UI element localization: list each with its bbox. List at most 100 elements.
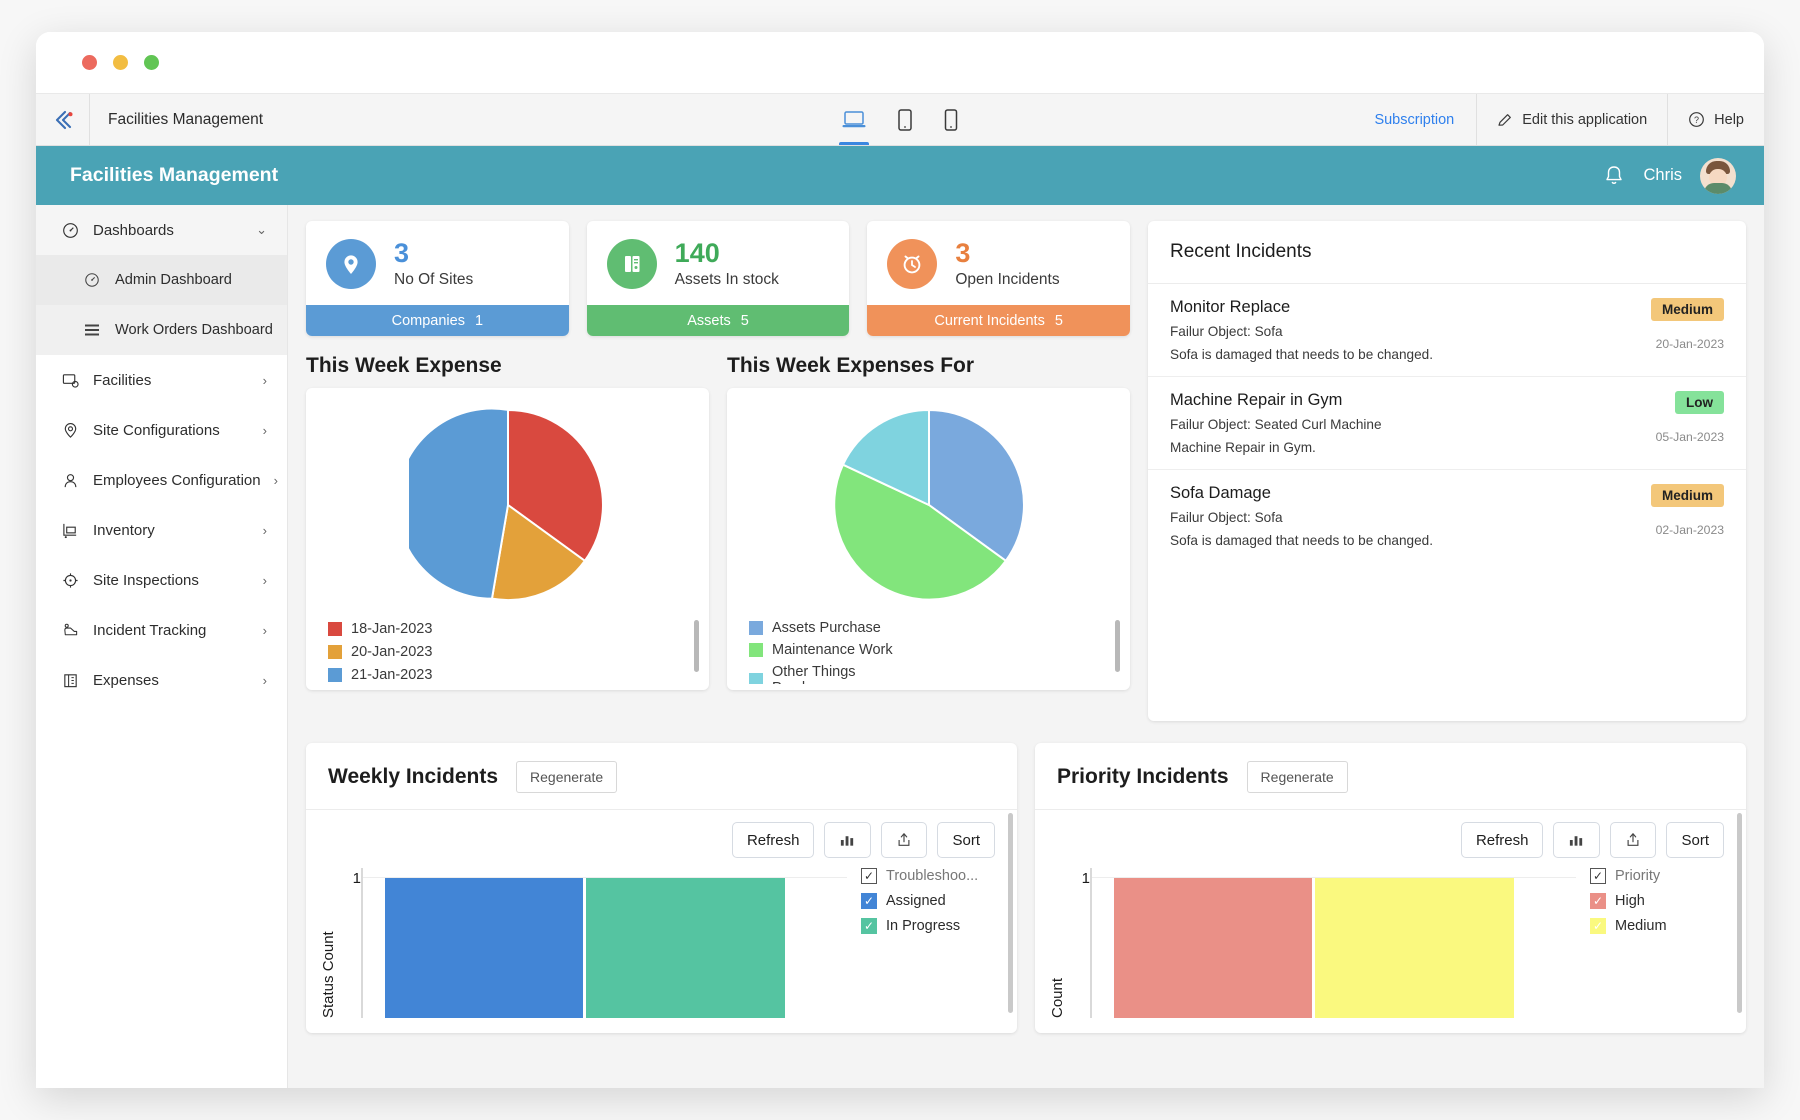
edit-application-button[interactable]: Edit this application bbox=[1476, 94, 1667, 145]
dashboard-gauge-icon bbox=[60, 222, 80, 239]
legend-item[interactable]: 18-Jan-2023 bbox=[328, 620, 496, 637]
pie-chart-canvas bbox=[306, 388, 709, 604]
checkbox-icon[interactable]: ✓ bbox=[861, 893, 877, 909]
regenerate-button[interactable]: Regenerate bbox=[516, 761, 617, 793]
kpi-footer[interactable]: Assets 5 bbox=[587, 305, 850, 336]
mobile-view-tab[interactable] bbox=[939, 94, 963, 145]
sidebar-item-site-configurations[interactable]: Site Configurations › bbox=[36, 405, 287, 455]
legend-label: In Progress bbox=[886, 918, 960, 934]
bar-high[interactable] bbox=[1114, 878, 1312, 1018]
expenses-for-pie-chart[interactable] bbox=[830, 406, 1028, 604]
incident-meta: Medium 20-Jan-2023 bbox=[1628, 298, 1724, 362]
legend-item-medium[interactable]: ✓ Medium bbox=[1590, 918, 1724, 934]
legend-label: Assets Purchase bbox=[772, 620, 881, 636]
zoho-creator-logo-icon bbox=[51, 108, 75, 132]
chart-type-button[interactable] bbox=[1553, 822, 1600, 858]
legend-item[interactable]: 21-Jan-2023 bbox=[328, 667, 496, 684]
legend-item[interactable]: Other Things Purchase bbox=[749, 664, 917, 684]
legend-label: High bbox=[1615, 893, 1645, 909]
legend-item-in-progress[interactable]: ✓ In Progress bbox=[861, 918, 995, 934]
legend-header-item[interactable]: ✓ Troubleshoo... bbox=[861, 868, 995, 884]
legend-item-assigned[interactable]: ✓ Assigned bbox=[861, 893, 995, 909]
tablet-view-tab[interactable] bbox=[893, 94, 917, 145]
sort-button[interactable]: Sort bbox=[937, 822, 995, 858]
legend-item-high[interactable]: ✓ High bbox=[1590, 893, 1724, 909]
share-button[interactable] bbox=[881, 822, 927, 858]
incident-row[interactable]: Sofa Damage Failur Object: Sofa Sofa is … bbox=[1148, 470, 1746, 562]
checkbox-icon[interactable]: ✓ bbox=[1590, 918, 1606, 934]
dashboard-gauge-icon bbox=[82, 272, 102, 288]
sidebar-item-expenses[interactable]: Expenses › bbox=[36, 655, 287, 705]
legend-item[interactable]: Assets Purchase bbox=[749, 620, 917, 636]
refresh-button[interactable]: Refresh bbox=[732, 822, 815, 858]
window-minimize-button[interactable] bbox=[113, 55, 128, 70]
bar-in-progress[interactable] bbox=[586, 878, 784, 1018]
legend-scrollbar[interactable] bbox=[694, 620, 699, 672]
app-logo[interactable] bbox=[36, 94, 90, 145]
bar-series bbox=[1090, 868, 1576, 1018]
help-button[interactable]: ? Help bbox=[1667, 94, 1764, 145]
bar-assigned[interactable] bbox=[385, 878, 583, 1018]
kpi-value: 3 bbox=[394, 239, 473, 267]
checkbox-icon[interactable]: ✓ bbox=[1590, 868, 1606, 884]
legend-item[interactable]: Maintenance Work bbox=[749, 642, 917, 658]
sidebar-item-employees-configuration[interactable]: Employees Configuration › bbox=[36, 455, 287, 505]
sidebar-item-dashboards[interactable]: Dashboards ⌄ bbox=[36, 205, 287, 255]
sidebar-item-label: Facilities bbox=[93, 372, 250, 389]
sort-button[interactable]: Sort bbox=[1666, 822, 1724, 858]
kpi-card-sites[interactable]: 3 No Of Sites Companies 1 bbox=[306, 221, 569, 336]
bar-medium[interactable] bbox=[1315, 878, 1513, 1018]
sidebar-item-admin-dashboard[interactable]: Admin Dashboard bbox=[36, 255, 287, 305]
incident-details: Machine Repair in Gym Failur Object: Sea… bbox=[1170, 391, 1616, 455]
chart-scrollbar[interactable] bbox=[1737, 813, 1742, 1013]
sidebar-item-site-inspections[interactable]: Site Inspections › bbox=[36, 555, 287, 605]
location-pin-icon bbox=[326, 239, 376, 289]
checkbox-icon[interactable]: ✓ bbox=[1590, 893, 1606, 909]
checkbox-icon[interactable]: ✓ bbox=[861, 918, 877, 934]
status-badge: Medium bbox=[1651, 298, 1724, 321]
legend-header-label: Troubleshoo... bbox=[886, 868, 978, 884]
window-maximize-button[interactable] bbox=[144, 55, 159, 70]
chart-type-button[interactable] bbox=[824, 822, 871, 858]
subscription-link[interactable]: Subscription bbox=[1354, 94, 1476, 145]
legend-label: Assigned bbox=[886, 893, 946, 909]
kpi-footer[interactable]: Companies 1 bbox=[306, 305, 569, 336]
legend-swatch bbox=[328, 668, 342, 682]
sidebar-item-work-orders-dashboard[interactable]: Work Orders Dashboard bbox=[36, 305, 287, 355]
legend-header-label: Priority bbox=[1615, 868, 1660, 884]
incident-object: Failur Object: Seated Curl Machine bbox=[1170, 417, 1616, 432]
weekly-incidents-panel: Weekly Incidents Regenerate Refresh Sort bbox=[306, 743, 1017, 1033]
bell-icon[interactable] bbox=[1603, 164, 1625, 188]
checkbox-icon[interactable]: ✓ bbox=[861, 868, 877, 884]
incident-row[interactable]: Machine Repair in Gym Failur Object: Sea… bbox=[1148, 377, 1746, 470]
legend-item[interactable]: 20-Jan-2023 bbox=[328, 643, 496, 660]
legend-swatch bbox=[328, 622, 342, 636]
incident-meta: Medium 02-Jan-2023 bbox=[1628, 484, 1724, 548]
sidebar-item-incident-tracking[interactable]: Incident Tracking › bbox=[36, 605, 287, 655]
window-titlebar bbox=[36, 32, 1764, 94]
expense-pie-chart[interactable] bbox=[409, 406, 607, 604]
sidebar-item-inventory[interactable]: Inventory › bbox=[36, 505, 287, 555]
bar-series bbox=[361, 868, 847, 1018]
share-button[interactable] bbox=[1610, 822, 1656, 858]
chart-toolbar: Refresh Sort bbox=[1035, 810, 1746, 858]
sidebar-item-facilities[interactable]: Facilities › bbox=[36, 355, 287, 405]
toolbar-right-actions: Subscription Edit this application ? Hel… bbox=[1354, 94, 1764, 145]
this-week-expenses-for-title: This Week Expenses For bbox=[727, 354, 1130, 378]
chart-scrollbar[interactable] bbox=[1008, 813, 1013, 1013]
window-close-button[interactable] bbox=[82, 55, 97, 70]
kpi-footer-label: Assets bbox=[687, 313, 731, 329]
incident-title: Machine Repair in Gym bbox=[1170, 391, 1616, 410]
regenerate-button[interactable]: Regenerate bbox=[1247, 761, 1348, 793]
refresh-button[interactable]: Refresh bbox=[1461, 822, 1544, 858]
kpi-card-assets[interactable]: 140 Assets In stock Assets 5 bbox=[587, 221, 850, 336]
legend-header-item[interactable]: ✓ Priority bbox=[1590, 868, 1724, 884]
sidebar-item-label: Site Configurations bbox=[93, 422, 250, 439]
laptop-icon bbox=[841, 109, 867, 131]
legend-scrollbar[interactable] bbox=[1115, 620, 1120, 672]
kpi-card-incidents[interactable]: 3 Open Incidents Current Incidents 5 bbox=[867, 221, 1130, 336]
avatar[interactable] bbox=[1700, 158, 1736, 194]
kpi-footer[interactable]: Current Incidents 5 bbox=[867, 305, 1130, 336]
incident-row[interactable]: Monitor Replace Failur Object: Sofa Sofa… bbox=[1148, 284, 1746, 377]
desktop-view-tab[interactable] bbox=[837, 94, 871, 145]
